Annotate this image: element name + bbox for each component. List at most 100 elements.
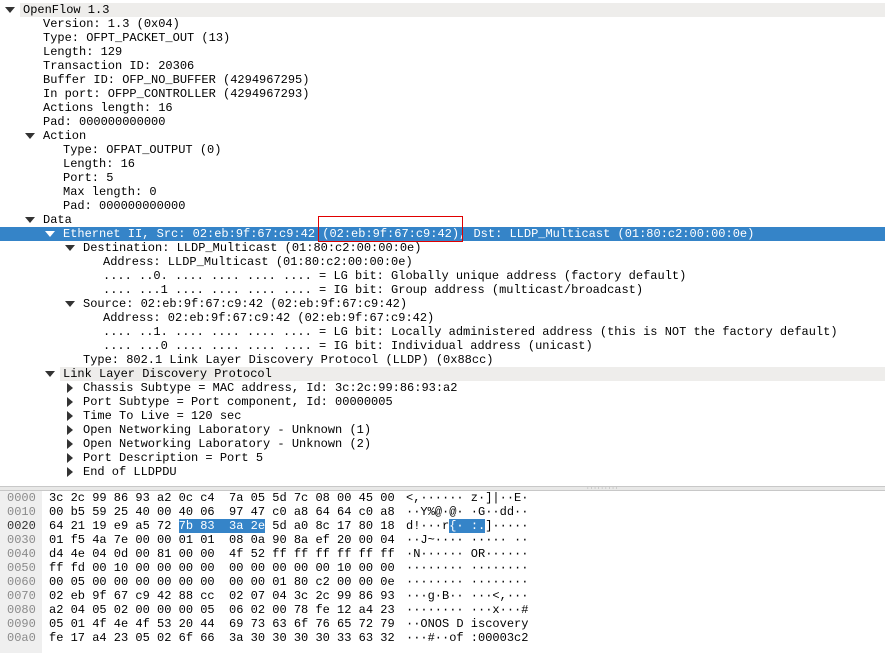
tree-row[interactable]: Ethernet II, Src: 02:eb:9f:67:c9:42 (02:… <box>0 227 885 241</box>
tree-row-label: Address: 02:eb:9f:67:c9:42 (02:eb:9f:67:… <box>103 311 435 325</box>
hex-row: 0080 a2 04 05 02 00 00 00 05 06 02 00 78 … <box>0 603 885 617</box>
tree-row[interactable]: Buffer ID: OFP_NO_BUFFER (4294967295) <box>0 73 885 87</box>
ascii-text[interactable]: ·N······ OR······ <box>406 547 528 561</box>
tree-row[interactable]: Time To Live = 120 sec <box>0 409 885 423</box>
tree-row-label: Version: 1.3 (0x04) <box>43 17 180 31</box>
tree-row-label: Actions length: 16 <box>43 101 173 115</box>
tree-row[interactable]: Action <box>0 129 885 143</box>
tree-row[interactable]: In port: OFPP_CONTROLLER (4294967293) <box>0 87 885 101</box>
tree-row[interactable]: Source: 02:eb:9f:67:c9:42 (02:eb:9f:67:c… <box>0 297 885 311</box>
collapsed-arrow-icon[interactable] <box>64 381 76 395</box>
tree-row[interactable]: .... ...1 .... .... .... .... = IG bit: … <box>0 283 885 297</box>
expanded-arrow-icon[interactable] <box>44 367 56 381</box>
tree-row[interactable]: OpenFlow 1.3 <box>0 3 885 17</box>
tree-row[interactable]: Data <box>0 213 885 227</box>
ascii-text[interactable]: <,······ z·]|··E· <box>406 491 528 505</box>
hex-bytes[interactable]: 64 21 19 e9 a5 72 7b 83 3a 2e 5d a0 8c 1… <box>49 519 395 533</box>
expanded-arrow-icon[interactable] <box>64 241 76 255</box>
byte-segment: d4 4e 04 0d 00 81 00 00 4f 52 ff ff ff f… <box>49 547 395 561</box>
hex-bytes[interactable]: 3c 2c 99 86 93 a2 0c c4 7a 05 5d 7c 08 0… <box>49 491 395 505</box>
collapsed-arrow-icon[interactable] <box>64 465 76 479</box>
tree-row[interactable]: Chassis Subtype = MAC address, Id: 3c:2c… <box>0 381 885 395</box>
tree-row[interactable]: Type: 802.1 Link Layer Discovery Protoco… <box>0 353 885 367</box>
selected-bytes: {· :. <box>449 519 486 533</box>
ascii-text[interactable]: d!···r{· :.]····· <box>406 519 528 533</box>
tree-row[interactable]: Transaction ID: 20306 <box>0 59 885 73</box>
hex-bytes[interactable]: 02 eb 9f 67 c9 42 88 cc 02 07 04 3c 2c 9… <box>49 589 395 603</box>
tree-row[interactable]: .... ...0 .... .... .... .... = IG bit: … <box>0 339 885 353</box>
tree-row[interactable]: Pad: 000000000000 <box>0 199 885 213</box>
tree-row-label: Ethernet II, Src: 02:eb:9f:67:c9:42 (02:… <box>63 227 755 241</box>
row-background <box>60 171 885 185</box>
tree-row[interactable]: Port Subtype = Port component, Id: 00000… <box>0 395 885 409</box>
hex-row: 0010 00 b5 59 25 40 00 40 06 97 47 c0 a8 … <box>0 505 885 519</box>
tree-row-label: Length: 16 <box>63 157 136 171</box>
collapsed-arrow-icon[interactable] <box>64 437 76 451</box>
hex-offset: 0010 <box>7 505 36 519</box>
ascii-text[interactable]: ··ONOS D iscovery <box>406 617 528 631</box>
hex-row: 0030 01 f5 4a 7e 00 00 01 01 08 0a 90 8a … <box>0 533 885 547</box>
tree-row[interactable]: Address: 02:eb:9f:67:c9:42 (02:eb:9f:67:… <box>0 311 885 325</box>
tree-row[interactable]: End of LLDPDU <box>0 465 885 479</box>
expanded-arrow-icon[interactable] <box>44 227 56 241</box>
tree-row-label: OpenFlow 1.3 <box>23 3 110 17</box>
tree-row[interactable]: Open Networking Laboratory - Unknown (2) <box>0 437 885 451</box>
expanded-arrow-icon[interactable] <box>24 129 36 143</box>
expanded-arrow-icon[interactable] <box>24 213 36 227</box>
byte-segment: ········ ········ <box>406 561 529 575</box>
byte-segment: ········ ···x···# <box>406 603 529 617</box>
ascii-text[interactable]: ···g·B·· ···<,··· <box>406 589 528 603</box>
tree-row-label: Type: OFPT_PACKET_OUT (13) <box>43 31 231 45</box>
tree-row[interactable]: .... ..0. .... .... .... .... = LG bit: … <box>0 269 885 283</box>
tree-row[interactable]: Pad: 000000000000 <box>0 115 885 129</box>
collapsed-arrow-icon[interactable] <box>64 451 76 465</box>
tree-row[interactable]: Port Description = Port 5 <box>0 451 885 465</box>
tree-row[interactable]: Max length: 0 <box>0 185 885 199</box>
hex-row: 0060 00 05 00 00 00 00 00 00 00 00 01 80 … <box>0 575 885 589</box>
byte-segment: 01 f5 4a 7e 00 00 01 01 08 0a 90 8a ef 2… <box>49 533 395 547</box>
tree-row-label: Open Networking Laboratory - Unknown (1) <box>83 423 372 437</box>
byte-segment: 02 eb 9f 67 c9 42 88 cc 02 07 04 3c 2c 9… <box>49 589 395 603</box>
tree-row[interactable]: Actions length: 16 <box>0 101 885 115</box>
byte-segment: fe 17 a4 23 05 02 6f 66 3a 30 30 30 30 3… <box>49 631 395 645</box>
hex-bytes[interactable]: 00 05 00 00 00 00 00 00 00 00 01 80 c2 0… <box>49 575 395 589</box>
hex-bytes[interactable]: fe 17 a4 23 05 02 6f 66 3a 30 30 30 30 3… <box>49 631 395 645</box>
collapsed-arrow-icon[interactable] <box>64 423 76 437</box>
row-background <box>60 157 885 171</box>
hex-bytes[interactable]: a2 04 05 02 00 00 00 05 06 02 00 78 fe 1… <box>49 603 395 617</box>
hex-bytes[interactable]: 00 b5 59 25 40 00 40 06 97 47 c0 a8 64 6… <box>49 505 395 519</box>
ascii-text[interactable]: ········ ········ <box>406 561 528 575</box>
ascii-text[interactable]: ··J~···· ····· ·· <box>406 533 528 547</box>
tree-row[interactable]: Type: OFPAT_OUTPUT (0) <box>0 143 885 157</box>
tree-row[interactable]: Open Networking Laboratory - Unknown (1) <box>0 423 885 437</box>
ascii-text[interactable]: ··Y%@·@· ·G··dd·· <box>406 505 528 519</box>
tree-row[interactable]: Length: 16 <box>0 157 885 171</box>
tree-row[interactable]: Link Layer Discovery Protocol <box>0 367 885 381</box>
ascii-text[interactable]: ···#··of :00003c2 <box>406 631 528 645</box>
tree-row-label: .... ...1 .... .... .... .... = IG bit: … <box>103 283 644 297</box>
hex-offset: 0050 <box>7 561 36 575</box>
hex-offset: 0060 <box>7 575 36 589</box>
tree-row[interactable]: .... ..1. .... .... .... .... = LG bit: … <box>0 325 885 339</box>
hex-bytes[interactable]: d4 4e 04 0d 00 81 00 00 4f 52 ff ff ff f… <box>49 547 395 561</box>
hex-bytes[interactable]: 01 f5 4a 7e 00 00 01 01 08 0a 90 8a ef 2… <box>49 533 395 547</box>
byte-segment: ········ ········ <box>406 575 529 589</box>
hex-offset: 00a0 <box>7 631 36 645</box>
tree-row[interactable]: Destination: LLDP_Multicast (01:80:c2:00… <box>0 241 885 255</box>
hex-bytes[interactable]: ff fd 00 10 00 00 00 00 00 00 00 00 00 1… <box>49 561 395 575</box>
collapsed-arrow-icon[interactable] <box>64 395 76 409</box>
tree-row[interactable]: Type: OFPT_PACKET_OUT (13) <box>0 31 885 45</box>
tree-row[interactable]: Length: 129 <box>0 45 885 59</box>
tree-row[interactable]: Address: LLDP_Multicast (01:80:c2:00:00:… <box>0 255 885 269</box>
tree-row-label: Pad: 000000000000 <box>43 115 166 129</box>
collapsed-arrow-icon[interactable] <box>64 409 76 423</box>
expanded-arrow-icon[interactable] <box>4 3 16 17</box>
tree-row-label: Pad: 000000000000 <box>63 199 186 213</box>
tree-row[interactable]: Port: 5 <box>0 171 885 185</box>
ascii-text[interactable]: ········ ········ <box>406 575 528 589</box>
expanded-arrow-icon[interactable] <box>64 297 76 311</box>
ascii-text[interactable]: ········ ···x···# <box>406 603 528 617</box>
tree-row[interactable]: Version: 1.3 (0x04) <box>0 17 885 31</box>
hex-bytes[interactable]: 05 01 4f 4e 4f 53 20 44 69 73 63 6f 76 6… <box>49 617 395 631</box>
row-background <box>40 115 885 129</box>
